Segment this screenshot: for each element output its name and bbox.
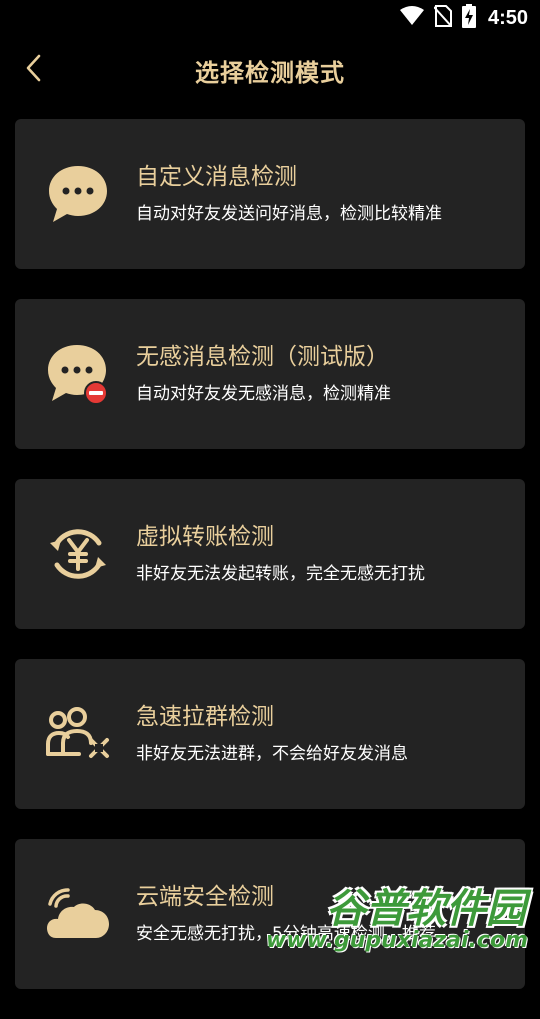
group-users-icon xyxy=(43,699,113,769)
wifi-icon xyxy=(399,6,424,30)
battery-charging-icon xyxy=(461,4,476,32)
mode-card-custom-message[interactable]: 自定义消息检测 自动对好友发送问好消息，检测比较精准 xyxy=(15,119,525,269)
cloud-signal-icon xyxy=(43,879,113,949)
mode-card-virtual-transfer[interactable]: 虚拟转账检测 非好友无法发起转账，完全无感无打扰 xyxy=(15,479,525,629)
mode-title: 急速拉群检测 xyxy=(136,704,274,730)
header: 选择检测模式 xyxy=(0,38,540,102)
mode-title: 云端安全检测 xyxy=(136,884,274,910)
page-title: 选择检测模式 xyxy=(195,59,345,87)
chat-bubble-blocked-icon xyxy=(43,339,113,409)
mode-title: 虚拟转账检测 xyxy=(136,524,274,550)
mode-description: 自动对好友发送问好消息，检测比较精准 xyxy=(136,204,442,224)
mode-card-cloud-security[interactable]: 云端安全检测 安全无感无打扰，5分钟高速检测，推荐 xyxy=(15,839,525,989)
mode-description: 自动对好友发无感消息，检测精准 xyxy=(136,384,391,404)
mode-title: 自定义消息检测 xyxy=(136,164,297,190)
status-time: 4:50 xyxy=(487,6,528,29)
mode-card-silent-message[interactable]: 无感消息检测（测试版） 自动对好友发无感消息，检测精准 xyxy=(15,299,525,449)
mode-description: 非好友无法进群，不会给好友发消息 xyxy=(136,744,408,764)
status-icons: 4:50 xyxy=(399,4,528,32)
no-sim-icon xyxy=(433,5,453,31)
mode-list: 自定义消息检测 自动对好友发送问好消息，检测比较精准 无感消息检测（测试版） 自… xyxy=(15,119,525,1019)
chat-bubble-icon xyxy=(43,159,113,229)
mode-title: 无感消息检测（测试版） xyxy=(136,344,389,370)
status-bar: 4:50 xyxy=(0,0,540,36)
mode-description: 非好友无法发起转账，完全无感无打扰 xyxy=(136,564,425,584)
yuan-transfer-icon xyxy=(43,519,113,589)
mode-description: 安全无感无打扰，5分钟高速检测，推荐 xyxy=(136,924,436,944)
mode-card-fast-group[interactable]: 急速拉群检测 非好友无法进群，不会给好友发消息 xyxy=(15,659,525,809)
